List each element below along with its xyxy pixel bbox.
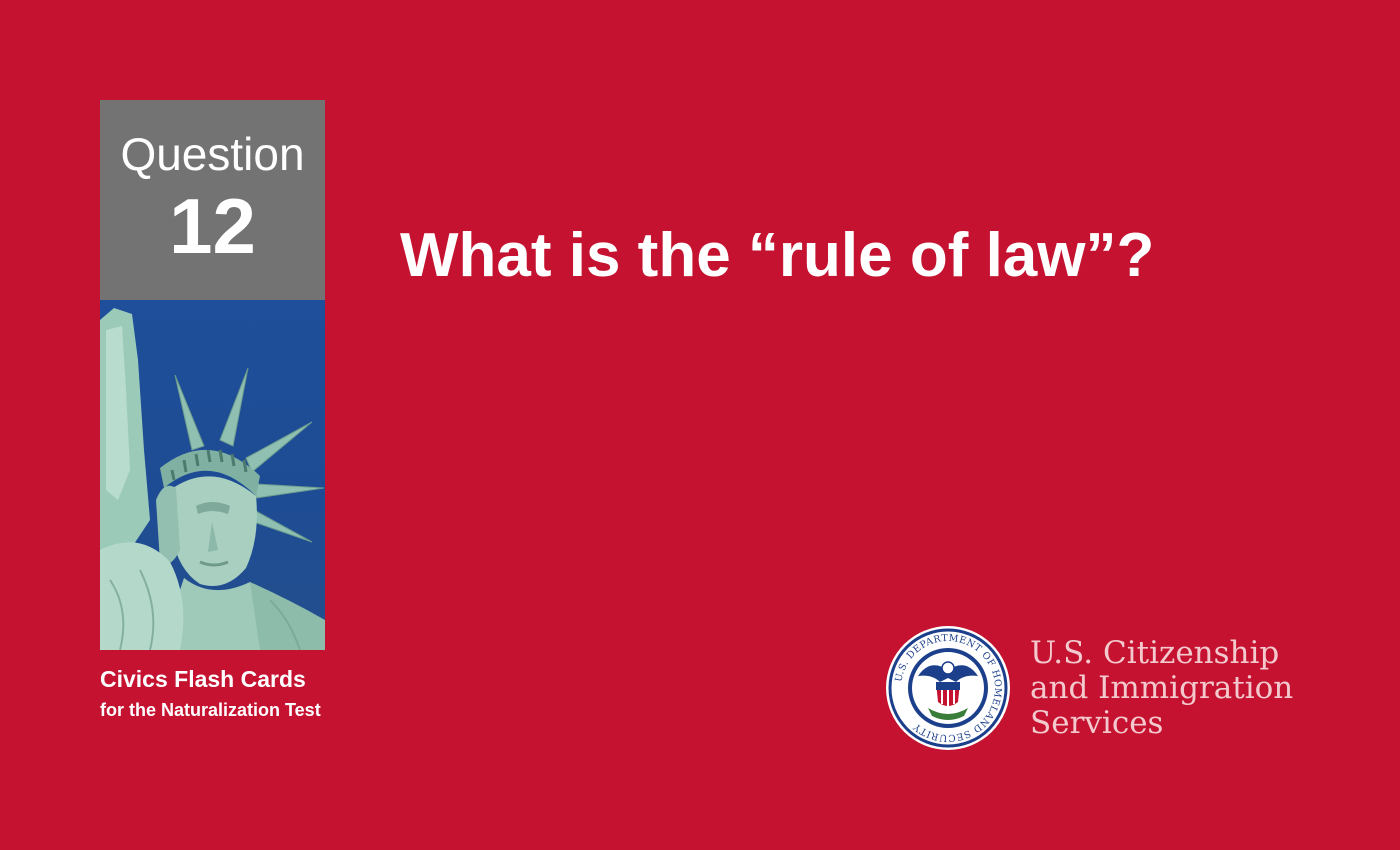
agency-name: U.S. Citizenship and Immigration Service…: [1030, 636, 1293, 741]
question-number: 12: [169, 182, 256, 270]
agency-line-1: U.S. Citizenship: [1030, 635, 1280, 671]
dhs-seal-icon: U.S. DEPARTMENT OF HOMELAND SECURITY: [884, 624, 1012, 752]
footer-subtitle: for the Naturalization Test: [100, 700, 321, 720]
footer-title: Civics Flash Cards: [100, 666, 306, 692]
statue-of-liberty-photo: [100, 300, 325, 650]
question-text: What is the “rule of law”?: [400, 221, 1155, 290]
question-label: Question: [120, 128, 305, 180]
flash-card: Question 12 Civics Flash Cards for the N…: [0, 0, 1400, 850]
question-number-box: Question 12: [100, 100, 325, 300]
agency-line-3: Services: [1030, 705, 1164, 741]
agency-line-2: and Immigration: [1030, 670, 1294, 706]
